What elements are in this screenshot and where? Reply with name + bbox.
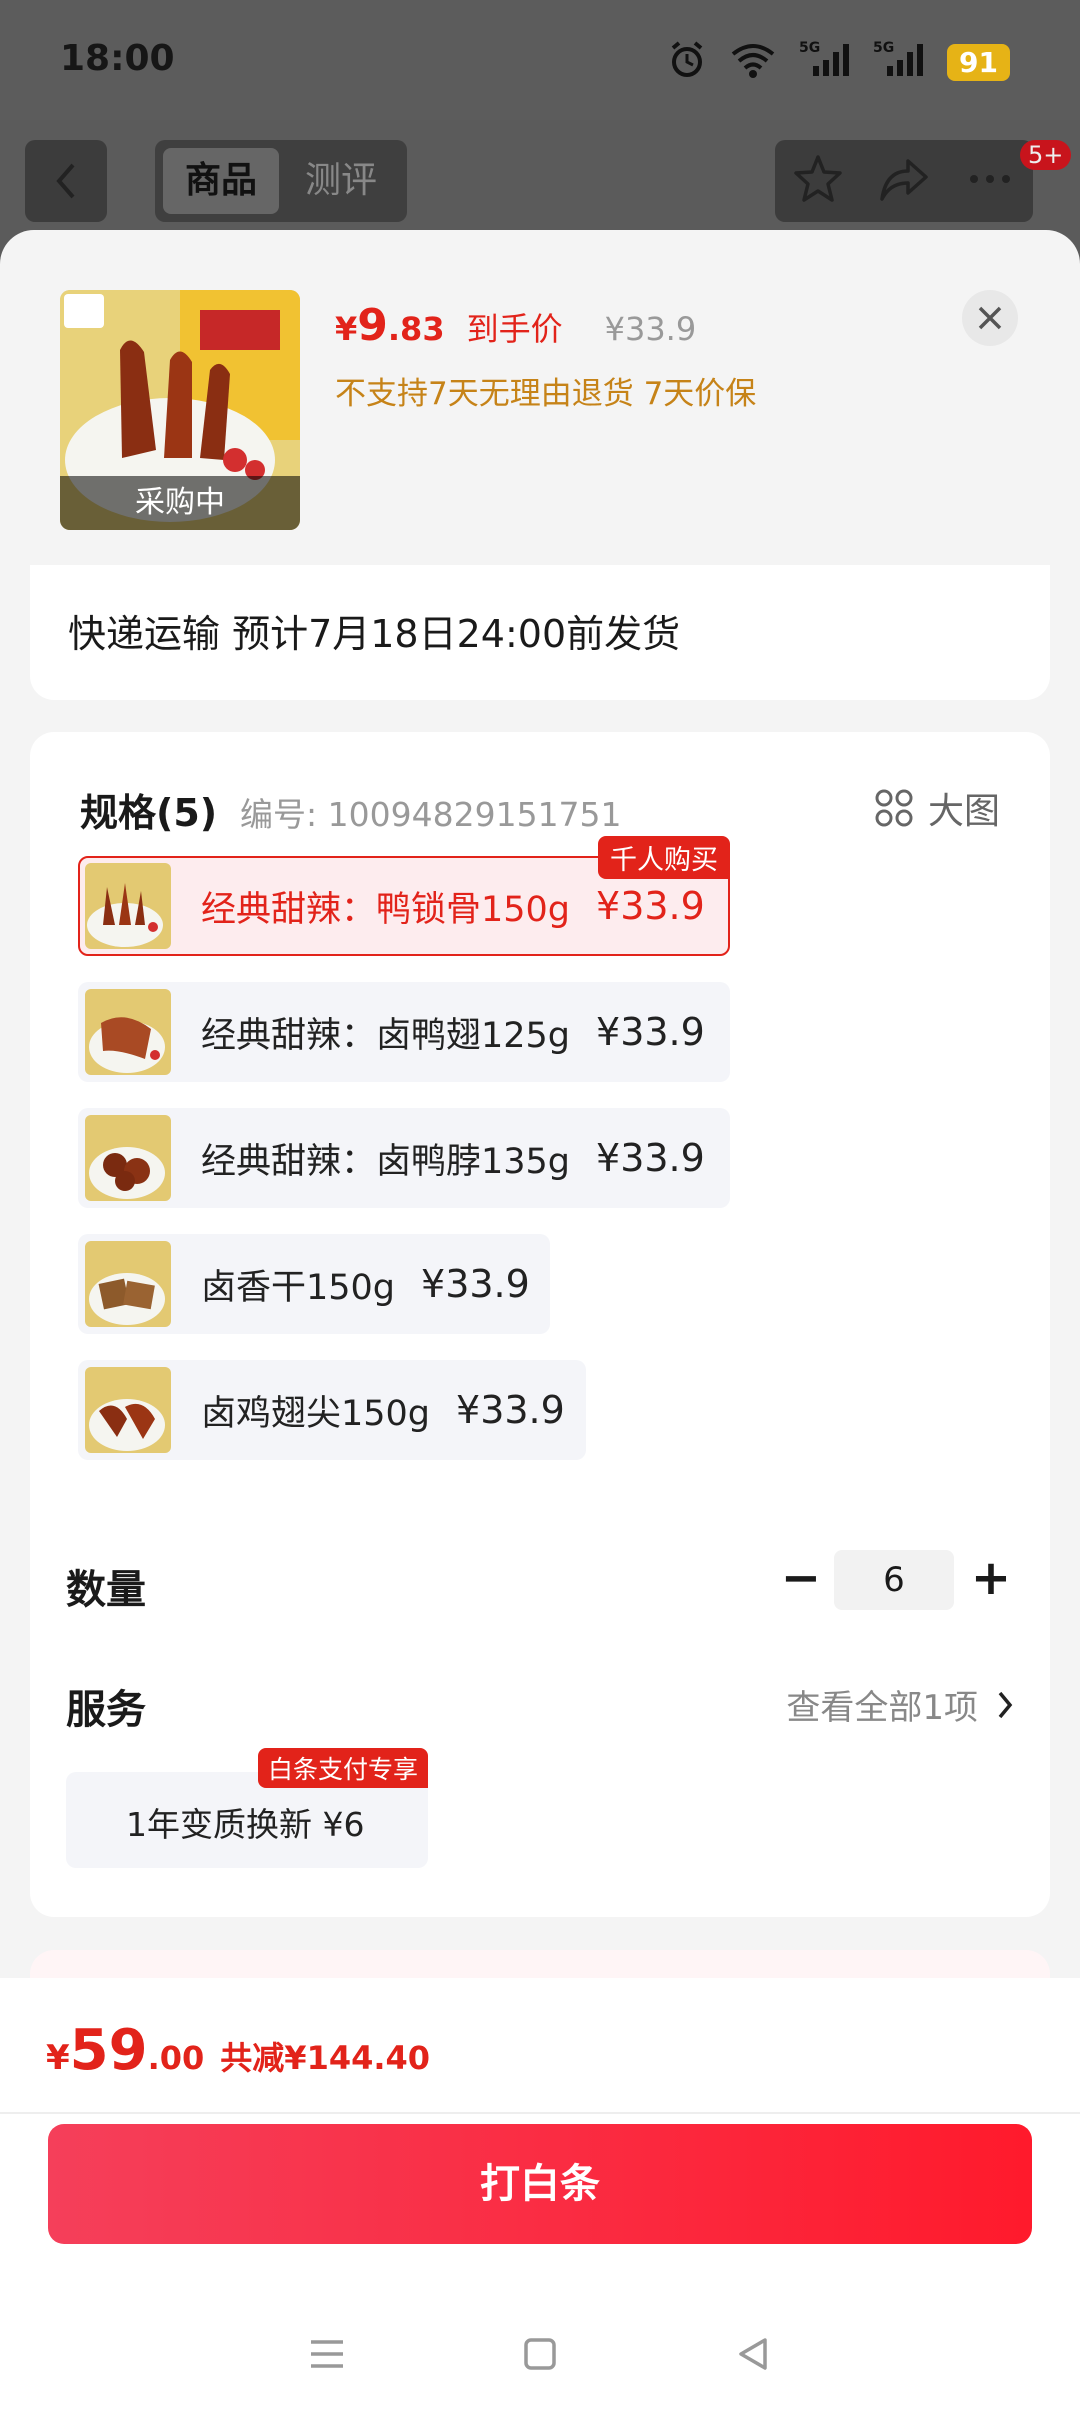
menu-icon[interactable] xyxy=(305,2332,349,2380)
divider xyxy=(0,2112,1080,2114)
back-triangle-icon[interactable] xyxy=(731,2332,775,2380)
tab-reviews[interactable]: 测评 xyxy=(283,148,399,214)
big-picture-label: 大图 xyxy=(927,791,1000,832)
back-button[interactable] xyxy=(25,140,107,222)
star-icon[interactable] xyxy=(792,153,844,209)
spec-title: 规格(5) xyxy=(80,791,218,835)
popular-tag: 千人购买 xyxy=(598,836,730,879)
baitiao-pay-button[interactable]: 打白条 xyxy=(48,2124,1032,2244)
price-integer: 9 xyxy=(357,300,388,351)
view-all-services-link[interactable]: 查看全部1项 xyxy=(786,1680,1014,1729)
tab-switcher: 商品 测评 xyxy=(155,140,407,222)
status-bar: 18:00 5G 5G 91 xyxy=(0,0,1080,120)
original-price: ¥33.9 xyxy=(604,310,697,348)
variant-price: ¥33.9 xyxy=(596,884,705,928)
status-icons: 5G 5G 91 xyxy=(667,38,1010,86)
big-picture-toggle[interactable]: 大图 xyxy=(874,782,1000,834)
deal-price: ¥9.83 xyxy=(335,300,445,351)
price-row: ¥9.83 到手价 ¥33.9 xyxy=(335,300,696,351)
spec-card: 规格(5) 编号: 10094829151751 大图 经典甜辣：鸭锁骨150g… xyxy=(30,732,1050,1917)
battery-indicator: 91 xyxy=(947,43,1010,81)
variant-option[interactable]: 卤鸡翅尖150g ¥33.9 xyxy=(78,1360,586,1460)
variant-name: 经典甜辣：卤鸭翅125g xyxy=(201,1015,571,1056)
message-badge: 5+ xyxy=(1020,140,1072,170)
variant-option[interactable]: 经典甜辣：鸭锁骨150g ¥33.9 千人购买 xyxy=(78,836,730,956)
service-option[interactable]: 1年变质换新 ¥6 白条支付专享 xyxy=(66,1748,428,1868)
variant-name: 经典甜辣：卤鸭脖135g xyxy=(201,1141,571,1182)
product-code: 编号: 10094829151751 xyxy=(240,795,622,834)
status-time: 18:00 xyxy=(60,38,175,79)
variant-thumbnail xyxy=(85,989,171,1075)
alarm-icon xyxy=(667,40,707,84)
purchase-status-label: 采购中 xyxy=(60,476,300,530)
svg-text:5G: 5G xyxy=(799,40,820,56)
view-all-label: 查看全部1项 xyxy=(786,1688,978,1728)
variant-price: ¥33.9 xyxy=(596,1010,705,1054)
return-policy: 不支持7天无理由退货 7天价保 xyxy=(335,376,757,412)
wifi-icon xyxy=(729,40,777,84)
variant-thumbnail xyxy=(85,1241,171,1327)
variant-price: ¥33.9 xyxy=(421,1262,530,1306)
close-icon xyxy=(978,306,1002,330)
service-label: 服务 xyxy=(66,1687,146,1733)
variant-thumbnail xyxy=(85,1367,171,1453)
quantity-increase-button[interactable]: + xyxy=(966,1554,1016,1604)
total-price: ¥ 59 .00 共减¥144.40 xyxy=(46,2018,430,2083)
price-decimal: .83 xyxy=(387,310,445,348)
service-option-label: 1年变质换新 ¥6 xyxy=(126,1805,365,1844)
checkout-bar: ¥ 59 .00 共减¥144.40 打白条 xyxy=(0,1978,1080,2412)
variant-name: 卤鸡翅尖150g xyxy=(201,1393,431,1434)
top-nav: 商品 测评 5+ xyxy=(0,120,1080,230)
product-image[interactable]: 采购中 xyxy=(60,290,300,530)
svg-text:5G: 5G xyxy=(873,40,894,56)
exclusive-tag: 白条支付专享 xyxy=(257,1748,428,1788)
variant-thumbnail xyxy=(85,863,171,949)
grid-icon xyxy=(875,789,913,827)
shipping-card: 快递运输 预计7月18日24:00前发货 xyxy=(30,565,1050,700)
variant-thumbnail xyxy=(85,1115,171,1201)
variant-name: 经典甜辣：鸭锁骨150g xyxy=(201,889,571,930)
variant-price: ¥33.9 xyxy=(456,1388,565,1432)
price-symbol: ¥ xyxy=(335,310,358,348)
deal-price-label: 到手价 xyxy=(466,310,563,348)
quantity-decrease-button[interactable]: − xyxy=(776,1554,826,1604)
tab-product[interactable]: 商品 xyxy=(163,148,279,214)
total-savings: 共减¥144.40 xyxy=(220,2039,431,2077)
system-nav-bar xyxy=(0,2300,1080,2412)
share-icon[interactable] xyxy=(878,153,930,209)
variant-option[interactable]: 卤香干150g ¥33.9 xyxy=(78,1234,550,1334)
total-integer: 59 xyxy=(69,2018,148,2083)
signal-5g-icon: 5G xyxy=(799,38,851,86)
more-icon[interactable] xyxy=(964,153,1016,209)
total-decimal: .00 xyxy=(147,2039,205,2077)
close-button[interactable] xyxy=(962,290,1018,346)
variant-option[interactable]: 经典甜辣：卤鸭翅125g ¥33.9 xyxy=(78,982,730,1082)
quantity-label: 数量 xyxy=(66,1567,146,1613)
variant-name: 卤香干150g xyxy=(201,1267,396,1308)
chevron-left-icon xyxy=(56,163,75,199)
home-icon[interactable] xyxy=(518,2332,562,2380)
nav-actions xyxy=(775,140,1033,222)
signal-5g-icon: 5G xyxy=(873,38,925,86)
chevron-right-icon xyxy=(998,1691,1013,1718)
quantity-value[interactable]: 6 xyxy=(834,1550,954,1610)
variant-price: ¥33.9 xyxy=(596,1136,705,1180)
total-symbol: ¥ xyxy=(46,2038,70,2078)
variant-option[interactable]: 经典甜辣：卤鸭脖135g ¥33.9 xyxy=(78,1108,730,1208)
shipping-info: 快递运输 预计7月18日24:00前发货 xyxy=(68,612,681,656)
